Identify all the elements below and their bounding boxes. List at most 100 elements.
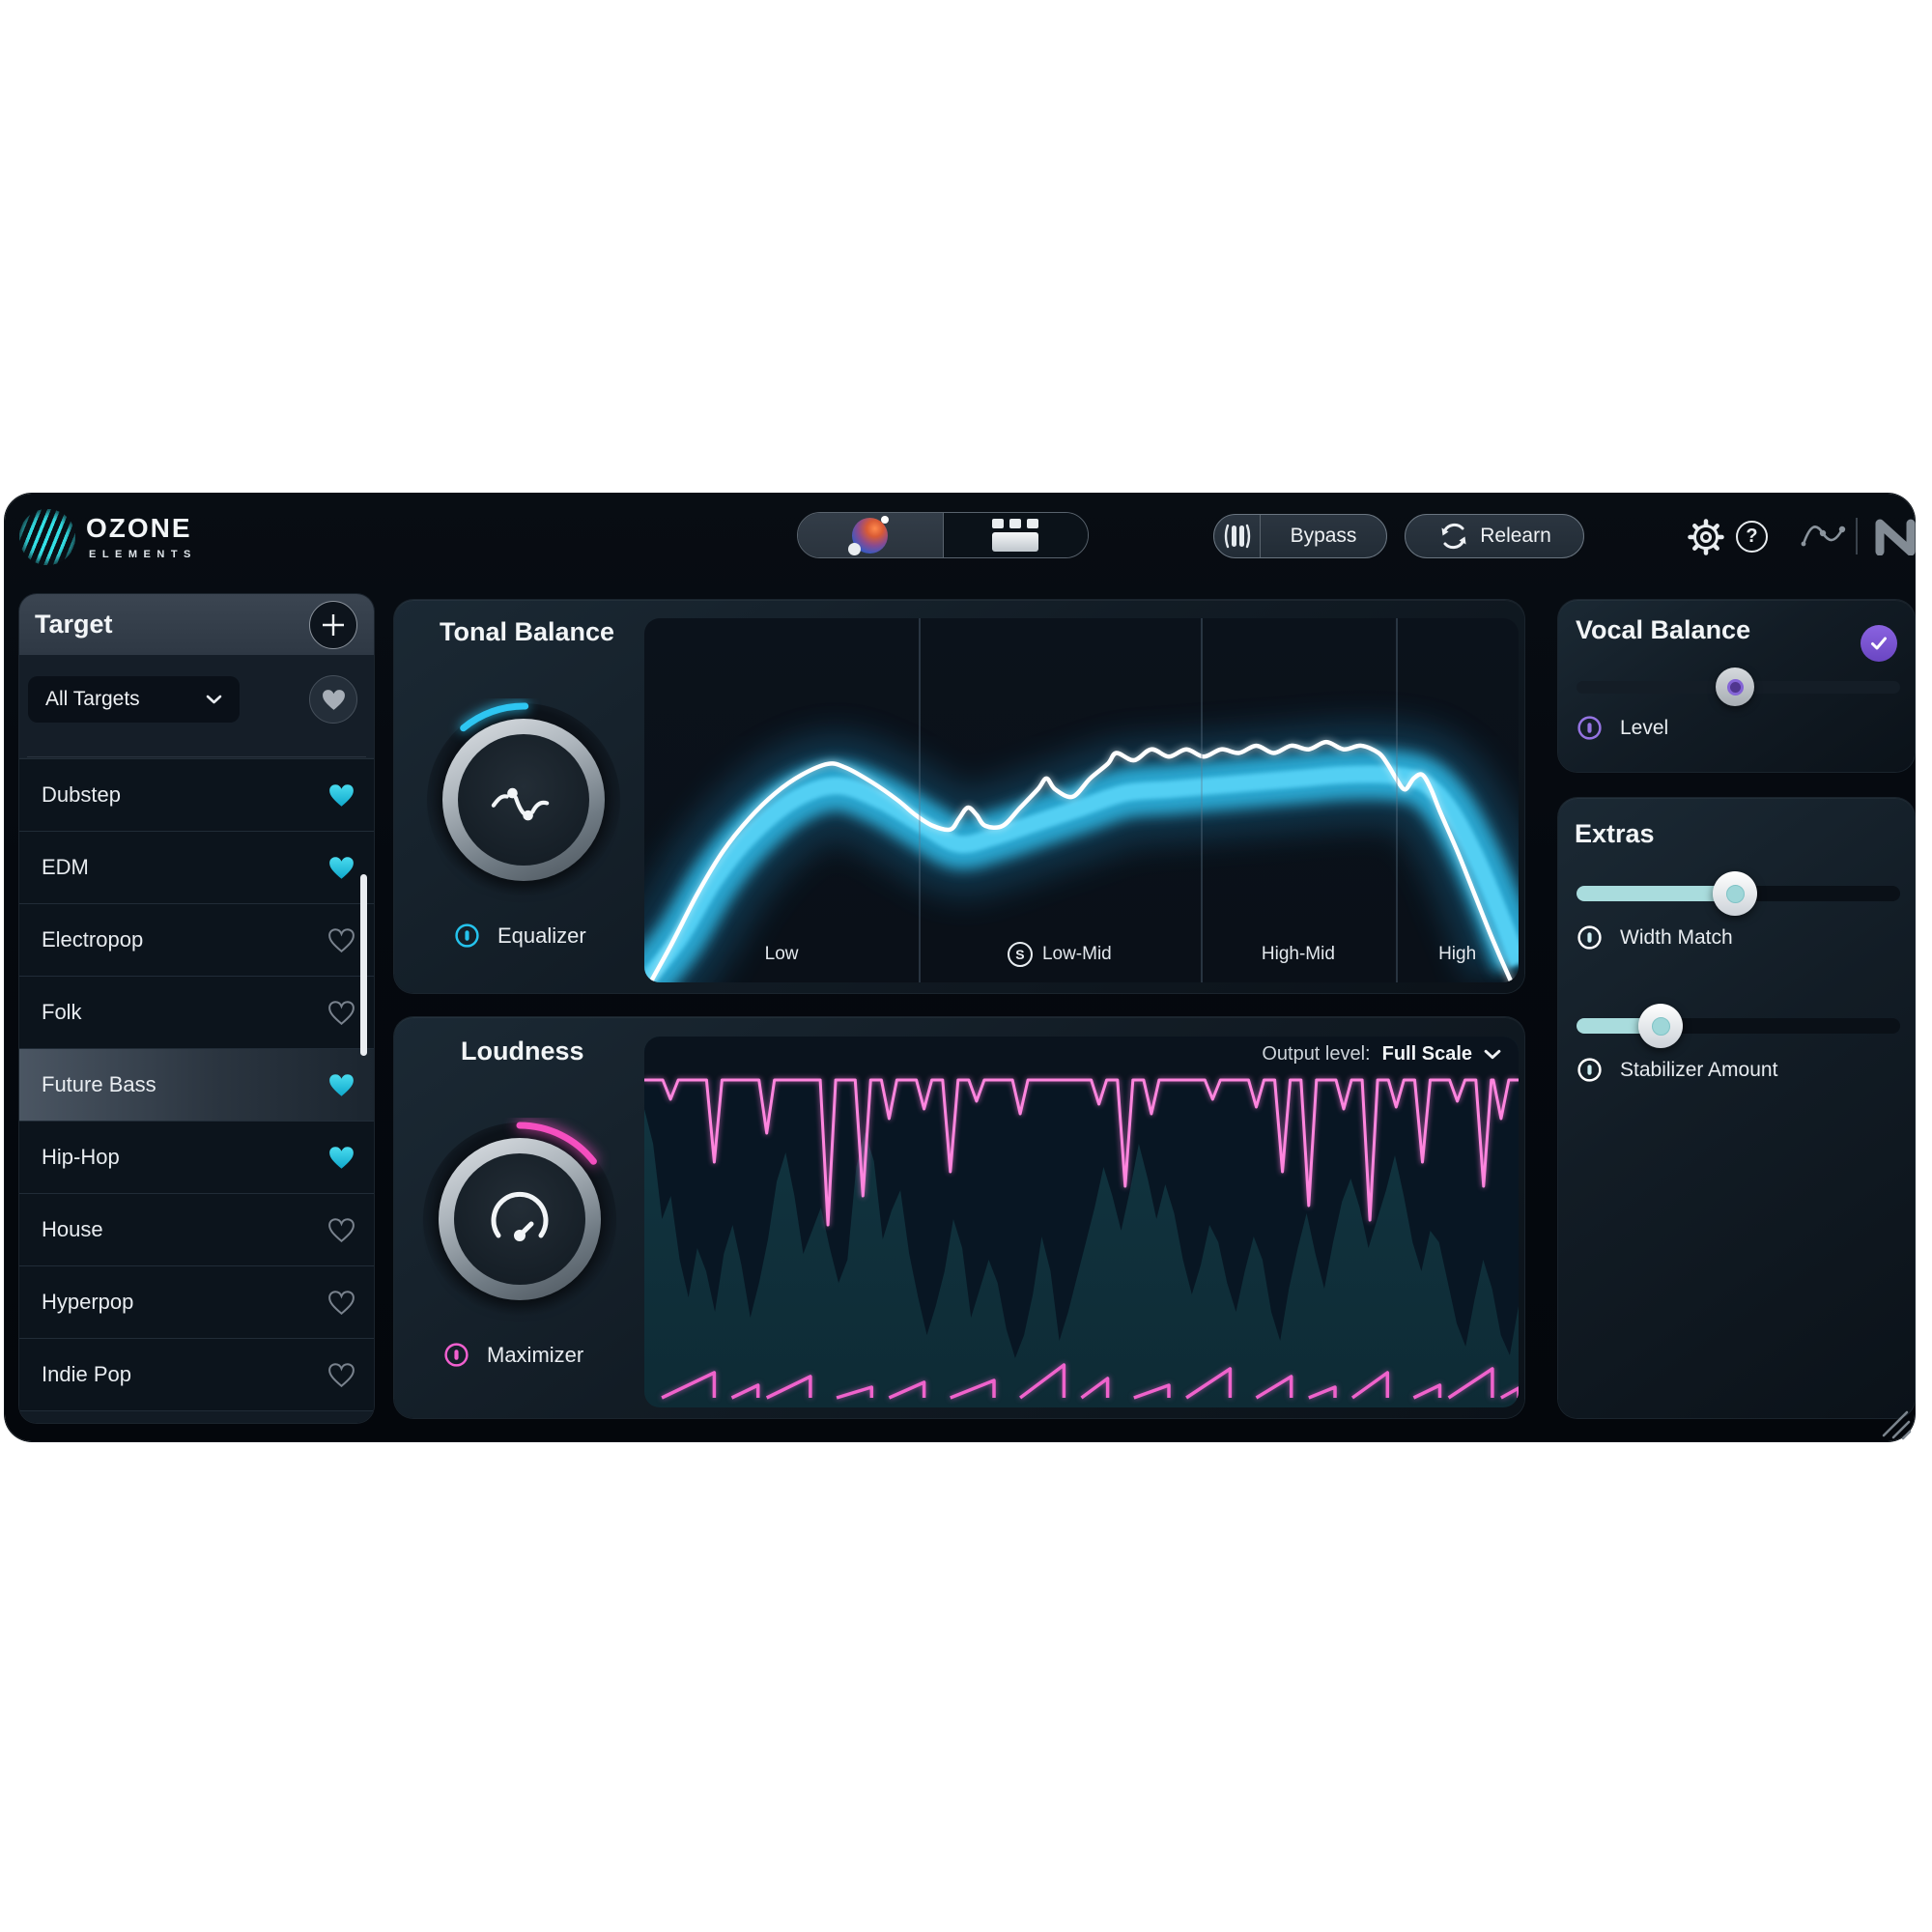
relearn-label: Relearn (1480, 525, 1551, 547)
target-list: Dubstep EDM Electropop Folk Future Bass (19, 758, 374, 1423)
resize-handle[interactable] (1877, 1406, 1912, 1440)
tonal-balance-title: Tonal Balance (440, 617, 615, 646)
stabilizer-toggle[interactable]: Stabilizer Amount (1577, 1057, 1777, 1083)
knob-face (458, 734, 589, 866)
target-list-item[interactable]: Hip-Hop (19, 1122, 374, 1194)
settings-gear-icon[interactable] (1688, 519, 1724, 555)
loudness-waveform-display: Output level: Full Scale (644, 1037, 1519, 1407)
output-level-value: Full Scale (1381, 1043, 1472, 1065)
target-filter-dropdown[interactable]: All Targets (28, 676, 240, 723)
favorite-heart-icon[interactable] (328, 783, 355, 808)
bypass-button[interactable]: Bypass (1213, 514, 1387, 558)
extras-panel: Extras Width Match Stabilizer Amount (1558, 798, 1915, 1418)
target-list-item[interactable]: House (19, 1194, 374, 1266)
band-cell-high-mid[interactable]: High-Mid (1201, 926, 1397, 982)
assistant-sphere-icon (848, 515, 890, 555)
output-level-dropdown[interactable]: Output level: Full Scale (1262, 1043, 1501, 1065)
ozone-logo-icon (19, 509, 75, 565)
favorite-heart-icon[interactable] (328, 1290, 355, 1315)
favorite-heart-icon[interactable] (328, 856, 355, 880)
waveform-plot (644, 1037, 1519, 1400)
knob-face (454, 1153, 585, 1285)
crossover-divider[interactable] (919, 618, 922, 982)
sidebar-divider (27, 756, 366, 757)
maximizer-toggle[interactable]: Maximizer (443, 1342, 583, 1368)
help-icon[interactable]: ? (1736, 521, 1768, 553)
favorite-heart-icon[interactable] (328, 1217, 355, 1242)
list-scrollbar-thumb[interactable] (360, 874, 367, 1056)
target-list-item[interactable]: Dubstep (19, 759, 374, 832)
favorites-filter-button[interactable] (309, 675, 357, 724)
crossover-divider[interactable] (1200, 618, 1203, 982)
band-cell-low-mid[interactable]: S Low-Mid (919, 926, 1200, 982)
brand-subtitle: ELEMENTS (89, 549, 197, 560)
chevron-down-icon (206, 695, 222, 704)
target-filter-value: All Targets (45, 688, 140, 710)
target-genre-label: Indie Pop (42, 1362, 131, 1386)
ozone-plugin-window: OZONE ELEMENTS Bypass Relearn ? Target A… (5, 494, 1916, 1441)
power-icon[interactable] (454, 923, 480, 949)
crossover-divider[interactable] (1396, 618, 1399, 982)
stabilizer-thumb[interactable] (1638, 1004, 1684, 1048)
relearn-refresh-icon (1441, 523, 1466, 550)
loudness-panel: Loudness Maximizer Output level: Full Sc… (394, 1017, 1524, 1418)
width-match-thumb[interactable] (1713, 871, 1758, 916)
width-match-slider[interactable] (1577, 871, 1900, 916)
band-cell-high[interactable]: High (1396, 926, 1519, 982)
power-icon[interactable] (1577, 924, 1603, 951)
vocal-level-slider[interactable] (1577, 668, 1900, 706)
target-list-item[interactable]: EDM (19, 832, 374, 904)
target-genre-label: EDM (42, 855, 89, 879)
add-target-button[interactable] (309, 601, 357, 649)
vocal-balance-enabled-check[interactable] (1861, 625, 1897, 662)
equalizer-toggle[interactable]: Equalizer (454, 923, 586, 949)
target-list-item[interactable]: Indie Pop (19, 1339, 374, 1411)
brand-name: OZONE (86, 513, 192, 543)
loudness-knob[interactable] (418, 1118, 621, 1321)
favorite-heart-icon[interactable] (328, 1362, 355, 1387)
power-icon[interactable] (1577, 1057, 1603, 1083)
target-list-item[interactable]: Folk (19, 977, 374, 1049)
band-cell-low[interactable]: Low (644, 926, 919, 982)
stabilizer-slider[interactable] (1577, 1004, 1900, 1048)
band-label: Low (764, 944, 799, 964)
chevron-down-icon (1484, 1049, 1501, 1060)
modules-view-tab[interactable] (943, 513, 1088, 557)
target-title: Target (35, 610, 113, 639)
tonal-balance-panel: Tonal Balance Equalizer Low S Low-Mid Hi… (394, 600, 1524, 993)
width-match-toggle[interactable]: Width Match (1577, 924, 1733, 951)
solo-icon[interactable]: S (1007, 942, 1033, 967)
favorite-heart-icon[interactable] (328, 927, 355, 952)
target-list-item[interactable]: Electropop (19, 904, 374, 977)
plus-icon (323, 614, 344, 636)
faders-icon (1224, 524, 1250, 549)
screenshot-canvas: OZONE ELEMENTS Bypass Relearn ? Target A… (0, 0, 1932, 1932)
favorite-heart-icon[interactable] (328, 1073, 355, 1097)
equalizer-label: Equalizer (497, 923, 586, 948)
level-toggle[interactable]: Level (1577, 715, 1668, 741)
assistant-view-tab[interactable] (798, 513, 944, 557)
io-meters-icon[interactable] (1214, 515, 1261, 557)
favorite-heart-icon[interactable] (328, 1000, 355, 1025)
loudness-title: Loudness (461, 1037, 584, 1065)
target-genre-label: Folk (42, 1000, 82, 1024)
relearn-button[interactable]: Relearn (1405, 514, 1584, 558)
header-divider (1856, 518, 1858, 554)
target-sidebar: Target All Targets Dubstep EDM Electropo… (19, 594, 374, 1423)
band-label: Low-Mid (1041, 944, 1112, 964)
vocal-level-thumb[interactable] (1716, 668, 1755, 706)
tonal-balance-spectrum-display: Low S Low-Mid High-Mid High (644, 618, 1519, 982)
target-controls: All Targets (19, 655, 374, 757)
band-label: High-Mid (1261, 944, 1335, 964)
check-icon (1871, 637, 1887, 650)
vocal-balance-title: Vocal Balance (1576, 615, 1751, 644)
power-icon[interactable] (443, 1342, 469, 1368)
target-genre-label: Hip-Hop (42, 1145, 120, 1169)
tonal-balance-knob[interactable] (422, 698, 625, 901)
favorite-heart-icon[interactable] (328, 1146, 355, 1170)
extras-title: Extras (1575, 819, 1655, 848)
target-list-item[interactable]: Future Bass (19, 1049, 374, 1122)
view-toggle (797, 512, 1089, 558)
target-list-item[interactable]: Hyperpop (19, 1266, 374, 1339)
power-icon[interactable] (1577, 715, 1603, 741)
